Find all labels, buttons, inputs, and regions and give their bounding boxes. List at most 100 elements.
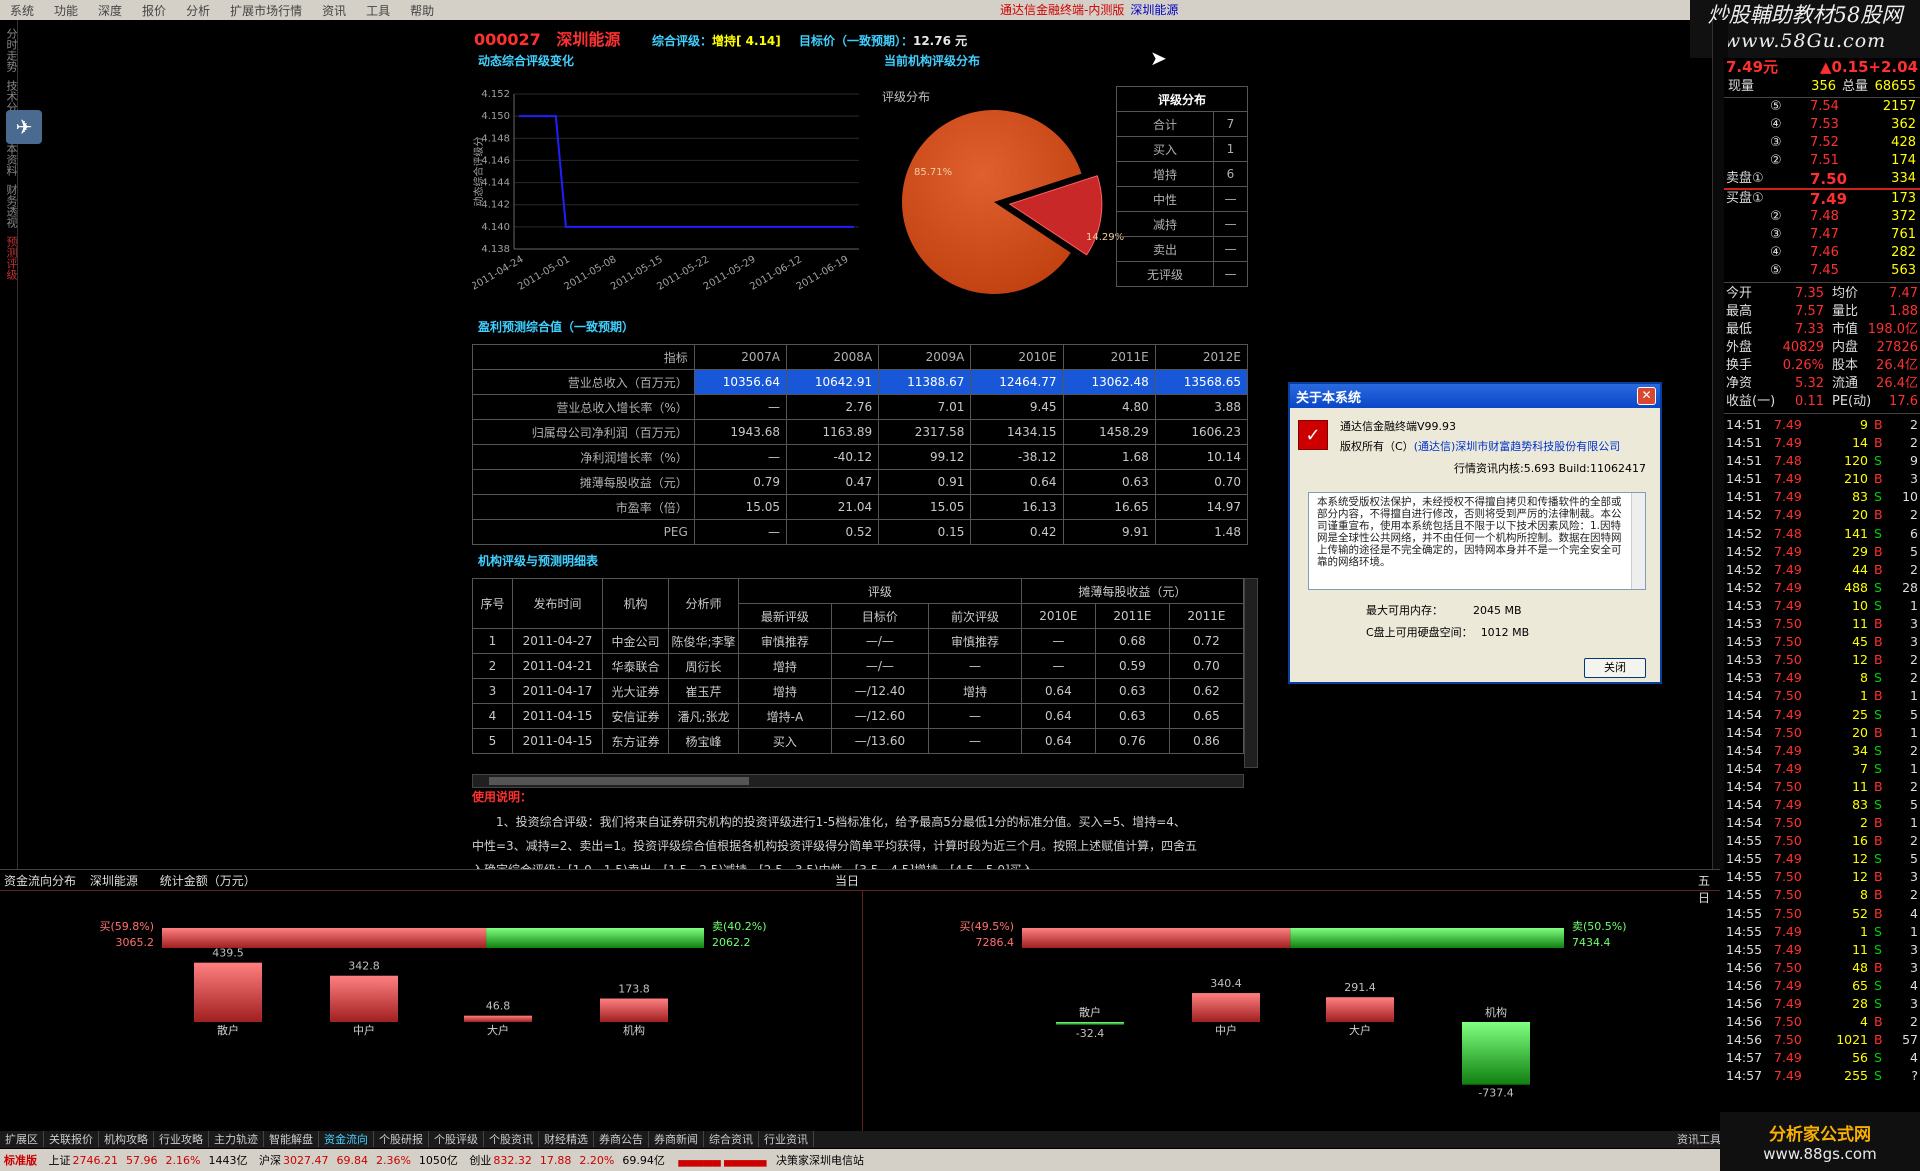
pred-row[interactable]: 营业总收入增长率（%） —2.76 7.01 9.45 4.80 3.88 — [472, 394, 1249, 420]
pred-cell: 1606.23 — [1154, 419, 1249, 445]
pred-col-header[interactable]: 2010E — [970, 344, 1064, 370]
index-cy[interactable]: 创业 832.32 17.88 2.20% 69.94亿 — [469, 1154, 664, 1167]
dialog-close-button[interactable]: 关闭 — [1584, 658, 1646, 678]
bottom-tab-4[interactable]: 主力轨迹 — [209, 1131, 264, 1147]
dist-row: 买入 1 — [1116, 136, 1249, 162]
rate-col-header[interactable]: 机构 — [602, 578, 669, 629]
rate-sub-header[interactable]: 2011E — [1168, 603, 1245, 629]
pred-row[interactable]: 归属母公司净利润（百万元） 1943.68 1163.89 2317.58 1434.1… — [472, 419, 1249, 445]
menu-item-2[interactable]: 深度 — [88, 0, 132, 19]
menu-item-5[interactable]: 扩展市场行情 — [220, 0, 312, 19]
company-link[interactable]: (通达信)深圳市财富趋势科技股份有限公司 — [1414, 440, 1621, 453]
menu-item-6[interactable]: 资讯 — [312, 0, 356, 19]
bottom-tab-13[interactable]: 综合资讯 — [704, 1131, 759, 1147]
quote-cell: 5 — [1910, 543, 1918, 559]
sell-amount-label: 2062.2 — [712, 936, 751, 949]
bottom-tab-12[interactable]: 券商新闻 — [649, 1131, 704, 1147]
table-hscrollbar[interactable] — [472, 774, 1244, 788]
quote-cell: B — [1874, 833, 1883, 849]
rate-col-header[interactable]: 分析师 — [668, 578, 739, 629]
server-site[interactable]: 决策家深圳电信站 — [776, 1154, 864, 1167]
pred-row[interactable]: 摊薄每股收益（元） 0.79 0.47 0.91 0.64 0.63 0.70 — [472, 469, 1249, 495]
rate-col-header[interactable]: 评级 — [738, 578, 1022, 604]
rate-row[interactable]: 2 2011-04-21 华泰联合 周衍长 增持 —/— — —0.59 0.70 — [472, 653, 1245, 679]
pred-row[interactable]: PEG —0.52 0.15 0.42 9.91 1.48 — [472, 519, 1249, 545]
table-vscrollbar[interactable] — [1244, 578, 1258, 768]
menu-item-8[interactable]: 帮助 — [400, 0, 444, 19]
bottom-tab-6[interactable]: 资金流向 — [319, 1131, 374, 1147]
rate-row[interactable]: 1 2011-04-27 中金公司 陈俊华;李擎 审慎推荐 —/— 审慎推荐 —0.68 0.7… — [472, 628, 1245, 654]
bottom-tab-11[interactable]: 券商公告 — [594, 1131, 649, 1147]
left-tab-0[interactable]: 分时走势 — [0, 28, 18, 72]
bottom-tab-14[interactable]: 行业资讯 — [759, 1131, 814, 1147]
bottom-tab-0[interactable]: 扩展区 — [0, 1131, 44, 1147]
rate-table-container: 序号 发布时间 机构 分析师 评级 摊薄每股收益（元） 最新评级 目标价 前次评级 2010E 20… — [472, 578, 1258, 788]
menu-item-4[interactable]: 分析 — [176, 0, 220, 19]
bottom-tab-3[interactable]: 行业攻略 — [154, 1131, 209, 1147]
bottom-tab-8[interactable]: 个股评级 — [429, 1131, 484, 1147]
bottom-tab-tools[interactable]: 资讯工具 — [1672, 1131, 1726, 1147]
left-tab-4[interactable]: 预测评级 — [0, 236, 18, 280]
menu-item-1[interactable]: 功能 — [44, 0, 88, 19]
quote-cell: 7.49 — [1774, 597, 1802, 613]
bottom-tab-1[interactable]: 关联报价 — [44, 1131, 99, 1147]
tab-fund-flow[interactable]: 资金流向分布 — [4, 874, 76, 888]
rate-col-header[interactable]: 发布时间 — [512, 578, 603, 629]
quote-row: 最高 7.57 量比 1.88 — [1724, 303, 1920, 321]
pred-row[interactable]: 营业总收入（百万元） 10356.64 10642.91 11388.67 12464.… — [472, 369, 1249, 395]
rating-line-chart: 动态综合评级分 4.152 4.150 4.148 4.146 4.144 4.142 4.1… — [472, 89, 859, 293]
index-hs[interactable]: 沪深 3027.47 69.84 2.36% 1050亿 — [259, 1154, 458, 1167]
menu-item-7[interactable]: 工具 — [356, 0, 400, 19]
quote-cell: 7.50 — [1774, 634, 1802, 650]
pred-col-header[interactable]: 2011E — [1062, 344, 1156, 370]
index-sh[interactable]: 上证 2746.21 57.96 2.16% 1443亿 — [49, 1154, 248, 1167]
bottom-tab-10[interactable]: 财经精选 — [539, 1131, 594, 1147]
tab-stock-name[interactable]: 深圳能源 — [90, 874, 138, 888]
quote-cell: 14:55 — [1726, 905, 1763, 921]
notice-scrollbar[interactable] — [1631, 493, 1645, 589]
rate-row[interactable]: 5 2011-04-15 东方证券 杨宝峰 买入 —/13.60—0.64 0.76 0.86 — [472, 728, 1245, 754]
bottom-tab-5[interactable]: 智能解盘 — [264, 1131, 319, 1147]
pred-row[interactable]: 市盈率（倍） 15.05 21.04 15.05 16.13 16.65 14.97 — [472, 494, 1249, 520]
rate-row[interactable]: 4 2011-04-15 安信证券 潘凡;张龙 增持-A —/12.60—0.64 0.63… — [472, 703, 1245, 729]
license-notice[interactable]: 本系统受版权法保护，未经授权不得擅自拷贝和传播软件的全部或部分内容，不得擅自进行… — [1308, 492, 1646, 590]
pred-row[interactable]: 净利润增长率（%） — -40.12 99.12 -38.12 1.68 10.14 — [472, 444, 1249, 470]
dist-row: 无评级 — — [1116, 261, 1249, 287]
dialog-titlebar[interactable]: 关于本系统 — [1290, 384, 1660, 408]
rate-sub-header[interactable]: 目标价 — [830, 603, 930, 629]
rate-sub-header[interactable]: 2010E — [1020, 603, 1096, 629]
pred-col-header[interactable]: 2012E — [1154, 344, 1249, 370]
bottom-tab-7[interactable]: 个股研报 — [374, 1131, 429, 1147]
rate-row[interactable]: 3 2011-04-17 光大证券 崔玉芹 增持 —/12.40 增持 0.64 0.63 0.6… — [472, 678, 1245, 704]
pred-col-header[interactable]: 2007A — [693, 344, 787, 370]
rate-sub-header[interactable]: 前次评级 — [928, 603, 1022, 629]
quote-cell: 52 — [1852, 905, 1868, 921]
bottom-tab-2[interactable]: 机构攻略 — [99, 1131, 154, 1147]
pred-col-header[interactable]: 指标 — [472, 344, 695, 370]
index-change: 57.96 — [126, 1154, 158, 1167]
flow-bar-value: 342.8 — [348, 960, 380, 973]
pred-col-header[interactable]: 2008A — [785, 344, 880, 370]
menu-item-3[interactable]: 报价 — [132, 0, 176, 19]
dialog-close-icon[interactable]: ✕ — [1637, 387, 1656, 405]
menu-item-0[interactable]: 系统 — [0, 0, 44, 19]
pred-cell: 10642.91 — [785, 369, 880, 395]
rate-sub-header[interactable]: 最新评级 — [738, 603, 832, 629]
rate-col-header[interactable]: 序号 — [472, 578, 513, 629]
quote-cell: 7.48 — [1774, 453, 1802, 469]
bottom-tab-9[interactable]: 个股资讯 — [484, 1131, 539, 1147]
rate-col-header[interactable]: 摊薄每股收益（元） — [1020, 578, 1245, 604]
pred-col-header[interactable]: 2009A — [878, 344, 972, 370]
quote-cell: B — [1874, 887, 1883, 903]
quote-cell: 10 — [1852, 597, 1868, 613]
hscroll-thumb[interactable] — [489, 777, 749, 785]
quote-cell: S — [1874, 706, 1882, 722]
quote-cell: 7 — [1860, 760, 1868, 776]
left-tab-3[interactable]: 财务透视 — [0, 184, 18, 228]
rate-sub-header[interactable]: 2011E — [1094, 603, 1170, 629]
quote-row: 14:54 7.49 25 S 5 — [1724, 706, 1920, 724]
quote-cell: B — [1874, 869, 1883, 885]
dist-count: — — [1212, 261, 1249, 287]
quote-row: 14:54 7.50 11 B 2 — [1724, 778, 1920, 796]
rate-cell: 光大证券 — [602, 678, 669, 704]
